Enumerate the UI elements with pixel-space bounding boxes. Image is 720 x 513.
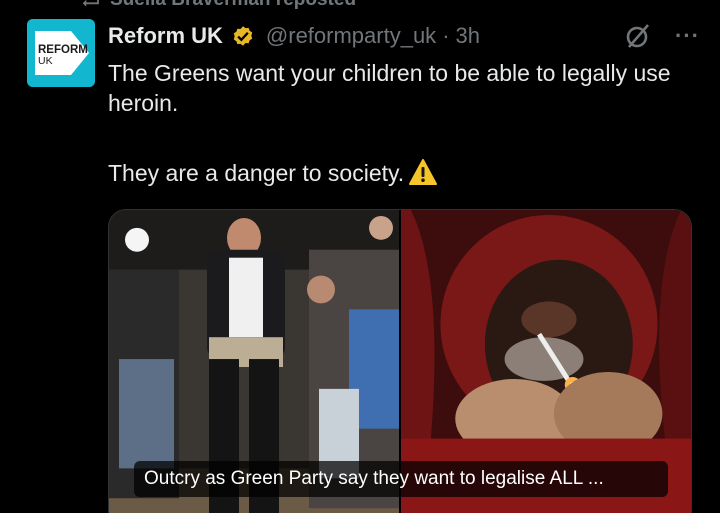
avatar[interactable]: REFORM UK — [27, 19, 95, 87]
tweet-text-line2: They are a danger to society. — [108, 160, 405, 186]
verified-badge-icon[interactable] — [230, 23, 256, 49]
timestamp[interactable]: 3h — [456, 23, 480, 49]
tweet-header: Reform UK @reformparty_uk · 3h ··· — [108, 20, 700, 52]
repost-label: Suella Braverman reposted — [110, 0, 356, 11]
author-handle[interactable]: @reformparty_uk — [266, 23, 436, 49]
media-caption[interactable]: Outcry as Green Party say they want to l… — [134, 461, 668, 497]
repost-indicator[interactable]: Suella Braverman reposted — [78, 0, 356, 10]
grok-icon[interactable] — [623, 21, 653, 51]
tweet-text-line2-wrap: They are a danger to society. — [108, 158, 698, 188]
more-options-icon[interactable]: ··· — [675, 23, 700, 49]
warning-icon — [409, 159, 438, 185]
author-name[interactable]: Reform UK — [108, 23, 223, 49]
avatar-logo-line2: UK — [38, 55, 53, 67]
tweet-text-line1: The Greens want your children to be able… — [108, 60, 671, 116]
tweet-body: The Greens want your children to be able… — [108, 58, 698, 188]
repost-icon — [78, 0, 100, 12]
separator-dot: · — [442, 23, 450, 48]
